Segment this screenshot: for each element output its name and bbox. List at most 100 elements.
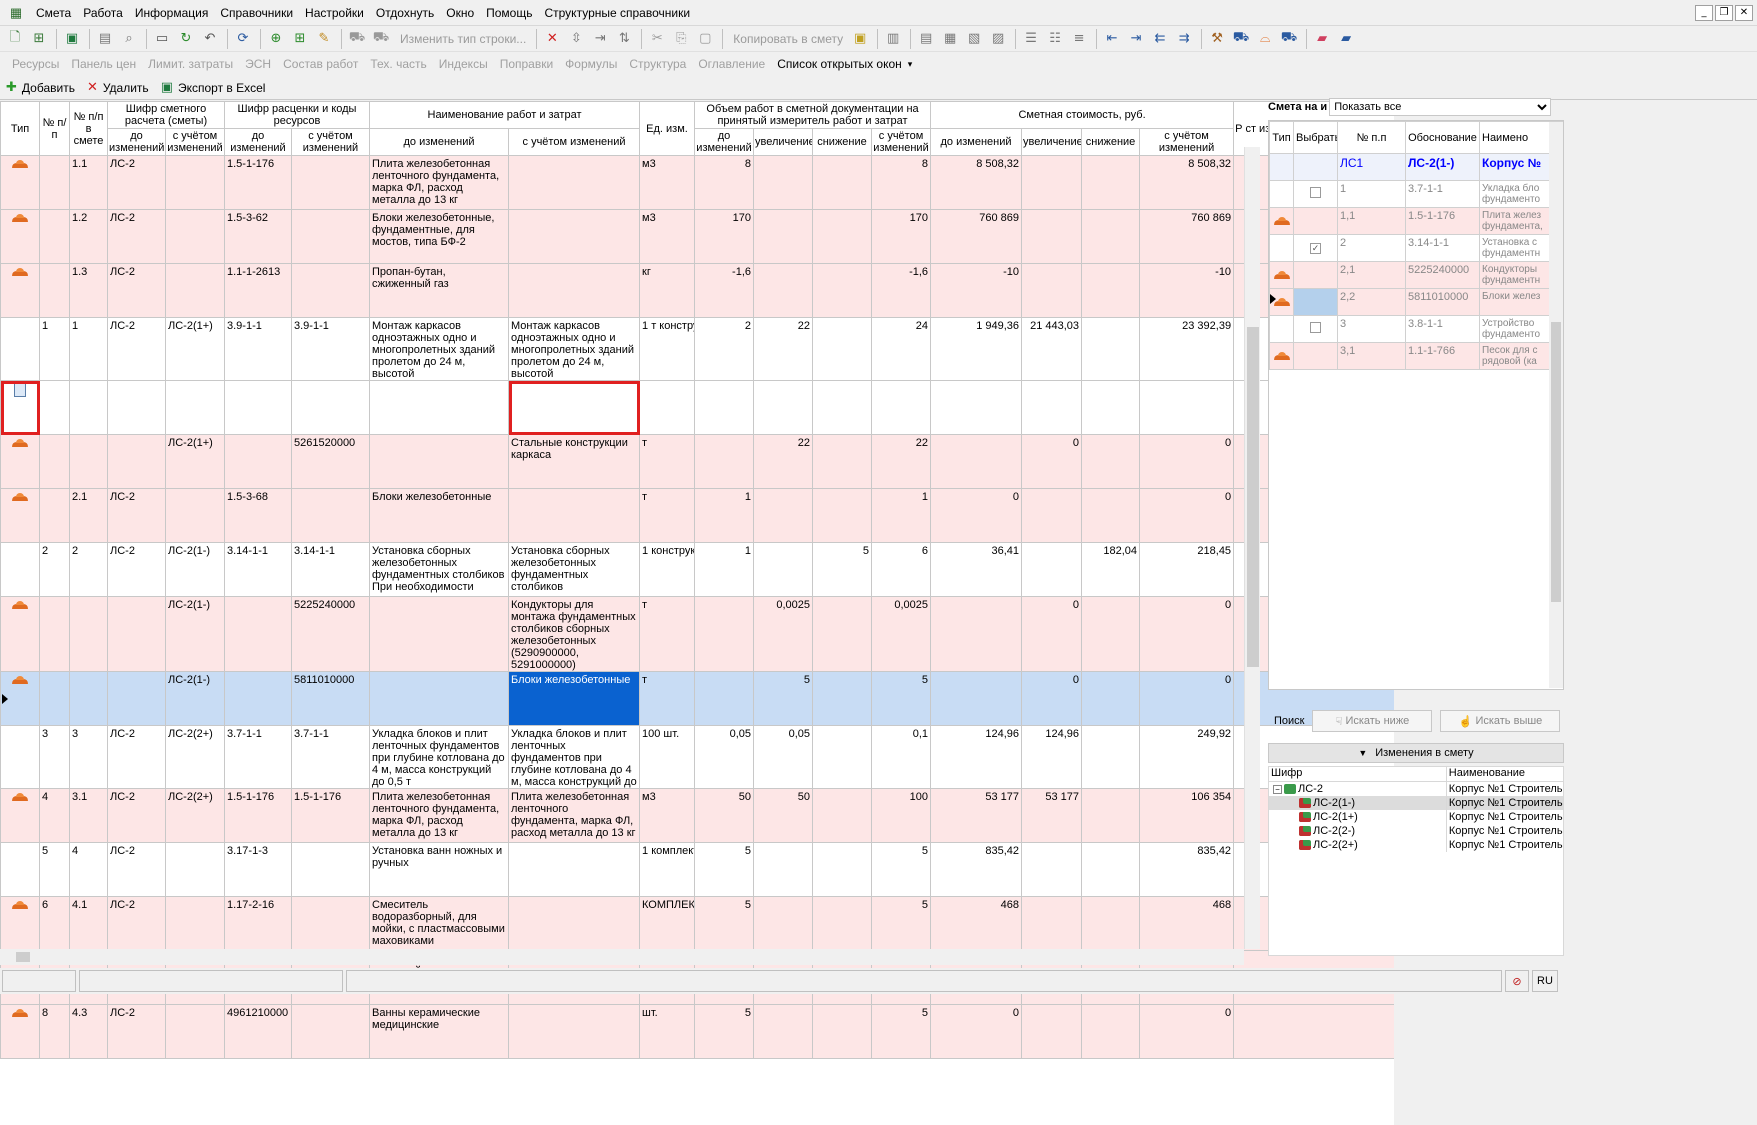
cell-v4[interactable]: 6 [871, 542, 932, 597]
tab-item[interactable]: Состав работ [277, 57, 364, 71]
cell-sh1[interactable]: ЛС-2 [107, 488, 166, 543]
cell-v1[interactable]: 0,05 [694, 725, 755, 789]
cell-v1[interactable]: 1 [694, 542, 755, 597]
cell-s3[interactable] [1081, 488, 1141, 543]
cell-sh2[interactable] [165, 155, 225, 210]
cell-s3[interactable] [1081, 317, 1141, 381]
right-cell-np[interactable]: 3 [1337, 315, 1406, 343]
cell-v4[interactable]: 5 [871, 671, 932, 726]
cell-v4[interactable]: 0,0025 [871, 596, 932, 672]
cell-v2[interactable]: 22 [753, 434, 814, 489]
change-type-button[interactable]: Изменить тип строки... [394, 32, 532, 46]
cell-s4[interactable]: 0 [1139, 596, 1235, 672]
level-down-icon[interactable]: ⇥ [1125, 29, 1147, 49]
tab-item[interactable]: Панель цен [65, 57, 142, 71]
view-icon[interactable]: ▥ [882, 29, 904, 49]
row-type-cell[interactable] [0, 596, 40, 672]
col-stoim-s[interactable]: с учётом изменений [1139, 128, 1235, 156]
row-type-cell[interactable] [0, 380, 40, 435]
right-cell-ob[interactable]: 5811010000 [1405, 288, 1480, 316]
cell-s2[interactable] [1021, 155, 1083, 210]
right-row[interactable]: ✓ 2 3.14-1-1 Установка с фундаментн [1269, 234, 1563, 262]
menu-item[interactable]: Окно [440, 0, 480, 26]
cell-v1[interactable]: -1,6 [694, 263, 755, 318]
right-cell-np[interactable]: 3,1 [1337, 342, 1406, 370]
cell-nm2[interactable] [507, 209, 641, 264]
cell-s4[interactable]: 0 [1139, 434, 1235, 489]
cell-ed[interactable]: кг [639, 263, 696, 318]
col-stoim-uvel[interactable]: увеличение [1021, 128, 1083, 156]
cell-nm2[interactable] [507, 263, 641, 318]
right-cell-ob[interactable]: 3.8-1-1 [1405, 315, 1480, 343]
cell-nm1[interactable]: Установка сборных железобетонных фундаме… [369, 542, 509, 597]
cell-v2[interactable]: 0,0025 [753, 596, 814, 672]
tab-item[interactable]: Поправки [494, 57, 559, 71]
cell-nm1[interactable] [369, 434, 509, 489]
cell-nm1[interactable]: Плита железобетонная ленточного фундамен… [369, 155, 509, 210]
cell-n2[interactable]: 4 [69, 842, 108, 897]
table-row[interactable]: 5 4 ЛС-2 3.17-1-3 Установка ванн ножных и ру… [0, 842, 1394, 897]
cell-n2[interactable]: 4.1 [69, 896, 108, 951]
cell-r1[interactable]: 3.17-1-3 [224, 842, 292, 897]
cell-v1[interactable]: 50 [694, 788, 755, 843]
cell-ed[interactable]: КОМПЛЕКТ [639, 896, 696, 951]
cell-nm2[interactable]: Монтаж каркасов одноэтажных одно и много… [507, 317, 641, 381]
cell-v1[interactable]: 8 [694, 155, 755, 210]
table-row[interactable]: 2.1 ЛС-2 1.5-3-68 Блоки железобетонные т 1 1 0 0 [0, 488, 1394, 543]
cell-sh2[interactable]: ЛС-2(1-) [165, 596, 225, 672]
rcol-obosn[interactable]: Обоснование [1405, 121, 1480, 154]
cell-nm2[interactable]: Стальные конструкции каркаса [507, 434, 641, 489]
cell-s2[interactable] [1021, 209, 1083, 264]
select-checkbox[interactable] [1310, 322, 1321, 333]
cell-s2[interactable]: 0 [1021, 434, 1083, 489]
search-down-button[interactable]: ☟ Искать ниже [1312, 710, 1433, 732]
cell-r2[interactable] [291, 842, 370, 897]
cell-s2[interactable] [1021, 1004, 1083, 1059]
right-row[interactable]: 2,2 5811010000 Блоки желез [1269, 288, 1563, 316]
material-icon[interactable]: ⌓ [1254, 29, 1276, 49]
cell-ed[interactable]: т [639, 488, 696, 543]
cell-s2[interactable] [1021, 842, 1083, 897]
cell-sh2[interactable]: ЛС-2(1+) [165, 317, 225, 381]
cell-sh2[interactable] [165, 896, 225, 951]
delete-button[interactable]: ✕ Удалить [81, 80, 155, 95]
right-cell-ob[interactable]: 1.1-1-766 [1405, 342, 1480, 370]
cell-n2[interactable]: 3 [69, 725, 108, 789]
cell-r2[interactable]: 1.5-1-176 [291, 788, 370, 843]
cell-v1[interactable]: 5 [694, 896, 755, 951]
table-row[interactable]: 1.3 ЛС-2 1.1-1-2613 Пропан-бутан, сжиженный… [0, 263, 1394, 318]
clipboard-icon[interactable]: ▣ [849, 29, 871, 49]
col-stoim-snizh[interactable]: снижение [1081, 128, 1141, 156]
cell-sh1[interactable]: ЛС-2 [107, 542, 166, 597]
cell-v3[interactable] [812, 488, 873, 543]
cell-s4[interactable]: 0 [1139, 1004, 1235, 1059]
cell-s4[interactable]: 835,42 [1139, 842, 1235, 897]
excel-icon[interactable]: ▣ [61, 29, 83, 49]
cell-s2[interactable] [1021, 896, 1083, 951]
cell-n2[interactable] [69, 434, 108, 489]
cell-r2[interactable] [291, 380, 370, 435]
save-icon[interactable]: ▭ [151, 29, 173, 49]
cell-r1[interactable] [224, 596, 292, 672]
tab-item[interactable]: Список открытых окон [771, 57, 908, 71]
menu-item[interactable]: Смета [30, 0, 77, 26]
cell-r2[interactable] [291, 896, 370, 951]
cell-s3[interactable] [1081, 788, 1141, 843]
cell-sh2[interactable] [165, 842, 225, 897]
cell-nm2[interactable] [507, 896, 641, 951]
rcol-tip[interactable]: Тип [1269, 121, 1294, 154]
cell-sh2[interactable] [165, 1004, 225, 1059]
calc-icon[interactable]: ▤ [94, 29, 116, 49]
right-row[interactable]: 2,1 5225240000 Кондукторы фундаментн [1269, 261, 1563, 289]
table-row[interactable]: 4 3.1 ЛС-2 ЛС-2(2+) 1.5-1-176 1.5-1-176 Плита … [0, 788, 1394, 843]
right-top-row[interactable]: ЛС1 ЛС-2(1-) Корпус № [1269, 153, 1563, 181]
cell-nm1[interactable]: Блоки железобетонные, фундаментные, для … [369, 209, 509, 264]
cell-n1[interactable] [39, 263, 70, 318]
cell-s3[interactable] [1081, 263, 1141, 318]
cell-v4[interactable]: 100 [871, 788, 932, 843]
cell-v2[interactable] [753, 488, 814, 543]
col-shifr-smeta-do[interactable]: до изменений [107, 128, 166, 156]
right-cell-np[interactable]: 2 [1337, 234, 1406, 262]
col-shifr-smeta[interactable]: Шифр сметного расчета (сметы) [107, 101, 225, 129]
rcol-vybrat[interactable]: Выбрать [1293, 121, 1338, 154]
